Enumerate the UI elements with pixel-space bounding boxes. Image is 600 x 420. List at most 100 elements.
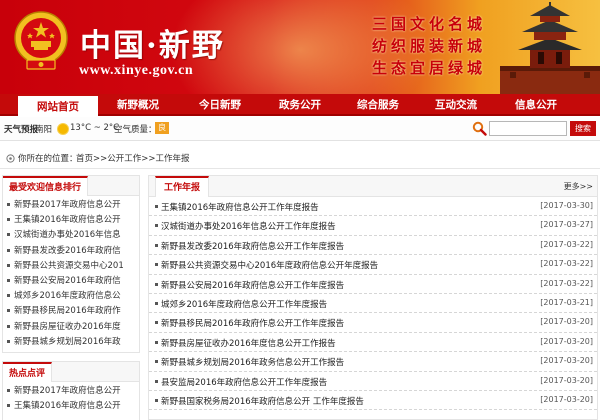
- list-item[interactable]: 新野县2017年政府信息公开: [3, 384, 139, 399]
- nav-government-affairs[interactable]: 政务公开: [266, 94, 334, 116]
- nav-services[interactable]: 综合服务: [344, 94, 412, 116]
- bullet: [155, 205, 158, 208]
- list-item-label: 王集镇2016年政府信息公开: [14, 401, 121, 412]
- table-row[interactable]: 城郊乡2016年度政府信息公开工作年度报告 [2017-03-21]: [149, 294, 597, 314]
- table-row[interactable]: 新野县房屋征收办2016年度信息公开工作报告 [2017-03-20]: [149, 333, 597, 353]
- table-row[interactable]: 县安监局2016年政府信息公开工作年度报告 [2017-03-20]: [149, 372, 597, 391]
- bullet: [155, 379, 158, 383]
- row-date: [2017-03-20]: [540, 356, 593, 366]
- more-link[interactable]: 更多>>: [564, 181, 593, 192]
- nav-interaction[interactable]: 互动交流: [422, 94, 490, 116]
- bullet: [7, 404, 10, 408]
- bullet: [7, 263, 10, 267]
- row-title[interactable]: 新野县国家税务局2016年政府信息公开 工作年度报告: [161, 395, 364, 407]
- bullet: [155, 340, 158, 344]
- main-panel-header: 工作年报 更多>>: [149, 176, 597, 197]
- bullet: [7, 309, 10, 313]
- row-date: [2017-03-20]: [540, 336, 593, 346]
- table-row[interactable]: 新野县城乡规划局2016年政务信息公开工作报告 [2017-03-20]: [149, 352, 597, 372]
- list-item[interactable]: 汉城街道办事处2016年信息: [3, 228, 139, 243]
- list-item[interactable]: 新野县移民局2016年政府作: [3, 304, 139, 319]
- list-item-label: 新野县2017年政府信息公开: [14, 200, 121, 210]
- table-row[interactable]: 新野县移民局2016年政府作息公开工作年度报告 [2017-03-20]: [149, 313, 597, 333]
- row-date: [2017-03-20]: [540, 375, 593, 385]
- breadcrumb: 你所在的位置： 首页>>公开工作>>工作年报: [0, 149, 600, 169]
- table-row[interactable]: 王集镇2016年政府信息公开工作年度报告 [2017-03-30]: [149, 197, 597, 217]
- header-banner: 中国·新野 www.xinye.gov.cn 三国文化名城 纺织服装新城 生态宜…: [0, 0, 600, 94]
- list-item-label: 新野县公共资源交易中心201: [14, 260, 124, 271]
- main-panel-title: 工作年报: [155, 176, 210, 197]
- hot-panel-title: 热点点评: [3, 362, 53, 382]
- list-item[interactable]: 王集镇2016年政府信息公开: [3, 399, 139, 414]
- info-bar: 天气预报 南阳 13°C ~ 2°C 空气质量： 良 搜索: [0, 117, 600, 141]
- list-item-label: 王集镇2016年政府信息公开: [14, 215, 121, 226]
- row-title[interactable]: 王集镇2016年政府信息公开工作年度报告: [161, 201, 319, 213]
- hot-list: 新野县2017年政府信息公开 王集镇2016年政府信息公开: [3, 382, 139, 414]
- row-date: [2017-03-22]: [540, 259, 593, 269]
- row-date: [2017-03-30]: [540, 201, 593, 210]
- list-item[interactable]: 城郊乡2016年度政府信息公: [3, 289, 139, 304]
- bullet: [155, 321, 158, 325]
- bullet: [155, 243, 158, 247]
- slogan-ecology: 生态宜居绿城: [372, 59, 487, 77]
- breadcrumb-path[interactable]: 首页>>公开工作>>工作年报: [76, 152, 190, 164]
- bullet: [7, 203, 10, 206]
- air-quality-label: 空气质量：: [114, 125, 157, 135]
- list-item-label: 城郊乡2016年度政府信息公: [14, 291, 121, 302]
- row-date: [2017-03-22]: [540, 278, 593, 288]
- row-title[interactable]: 新野县移民局2016年政府作息公开工作年度报告: [161, 317, 344, 329]
- row-title[interactable]: 城郊乡2016年度政府信息公开工作年度报告: [161, 298, 327, 310]
- search-icon[interactable]: [472, 121, 487, 136]
- table-row[interactable]: 新野县公共资源交易中心2016年度政府信息公开年度报告 [2017-03-22]: [149, 255, 597, 275]
- list-item[interactable]: 新野县房屋征收办2016年度: [3, 320, 139, 335]
- bullet: [7, 278, 10, 282]
- search-input[interactable]: [489, 121, 567, 136]
- row-title[interactable]: 汉城街道办事处2016年信息公开工作年度报告: [161, 220, 336, 232]
- slogan-textile: 纺织服装新城: [372, 37, 487, 55]
- national-emblem-icon[interactable]: [13, 10, 69, 72]
- weather-city: 南阳: [35, 125, 53, 135]
- list-item-label: 新野县移民局2016年政府作: [14, 306, 121, 317]
- list-item[interactable]: 新野县2017年政府信息公开: [3, 198, 139, 213]
- table-row[interactable]: 新野县国家税务局2016年政府信息公开 工作年度报告 [2017-03-20]: [149, 391, 597, 411]
- slogans: 三国文化名城 纺织服装新城 生态宜居绿城: [372, 13, 502, 79]
- location-pin-icon: [6, 154, 15, 163]
- nav-today[interactable]: 今日新野: [186, 94, 254, 116]
- bullet: [7, 294, 10, 298]
- row-title[interactable]: 新野县房屋征收办2016年度信息公开工作报告: [161, 337, 336, 349]
- list-item[interactable]: 新野县公安局2016年政府信: [3, 274, 139, 289]
- list-item-label: 新野县房屋征收办2016年度: [14, 321, 121, 332]
- nav-info-disclosure[interactable]: 信息公开: [502, 94, 570, 116]
- row-title[interactable]: 新野县城乡规划局2016年政务信息公开工作报告: [161, 356, 344, 368]
- nav-overview[interactable]: 新野概况: [104, 94, 172, 116]
- table-row[interactable]: 新野县公安局2016年政府信息公开工作年度报告 [2017-03-22]: [149, 275, 597, 294]
- site-url: www.xinye.gov.cn: [79, 63, 194, 78]
- table-row[interactable]: 汉城街道办事处2016年信息公开工作年度报告 [2017-03-27]: [149, 216, 597, 236]
- row-title[interactable]: 新野县发改委2016年政府信息公开工作年度报告: [161, 240, 344, 252]
- list-item[interactable]: 新野县公共资源交易中心201: [3, 259, 139, 274]
- air-quality-badge: 良: [155, 122, 169, 134]
- search-button[interactable]: 搜索: [570, 121, 596, 136]
- annual-report-panel: 工作年报 更多>> 王集镇2016年政府信息公开工作年度报告 [2017-03-3…: [148, 175, 598, 420]
- hot-topics-panel: 热点点评 新野县2017年政府信息公开 王集镇2016年政府信息公开: [2, 361, 140, 420]
- table-row[interactable]: 新野县发改委2016年政府信息公开工作年度报告 [2017-03-22]: [149, 236, 597, 256]
- list-item[interactable]: 新野县城乡规划局2016年政: [3, 335, 139, 350]
- nav-home[interactable]: 网站首页: [18, 94, 98, 116]
- row-title[interactable]: 新野县公共资源交易中心2016年度政府信息公开年度报告: [161, 259, 378, 271]
- sun-icon: [58, 124, 68, 134]
- slogan-culture: 三国文化名城: [372, 15, 487, 33]
- bullet: [7, 389, 10, 392]
- report-list: 王集镇2016年政府信息公开工作年度报告 [2017-03-30] 汉城街道办事处…: [149, 197, 597, 411]
- breadcrumb-prefix: 你所在的位置：: [18, 154, 78, 164]
- popular-panel-title: 最受欢迎信息排行: [3, 176, 89, 196]
- list-item[interactable]: 新野县发改委2016年政府信: [3, 244, 139, 259]
- row-title[interactable]: 县安监局2016年政府信息公开工作年度报告: [161, 376, 327, 388]
- list-item[interactable]: 王集镇2016年政府信息公开: [3, 213, 139, 228]
- row-date: [2017-03-27]: [540, 220, 593, 230]
- bullet: [155, 360, 158, 364]
- popular-panel-header: 最受欢迎信息排行: [3, 176, 139, 196]
- popular-list: 新野县2017年政府信息公开 王集镇2016年政府信息公开 汉城街道办事处201…: [3, 196, 139, 350]
- weather-label: 天气预报: [4, 125, 39, 135]
- list-item-label: 新野县城乡规划局2016年政: [14, 336, 121, 347]
- row-title[interactable]: 新野县公安局2016年政府信息公开工作年度报告: [161, 279, 344, 291]
